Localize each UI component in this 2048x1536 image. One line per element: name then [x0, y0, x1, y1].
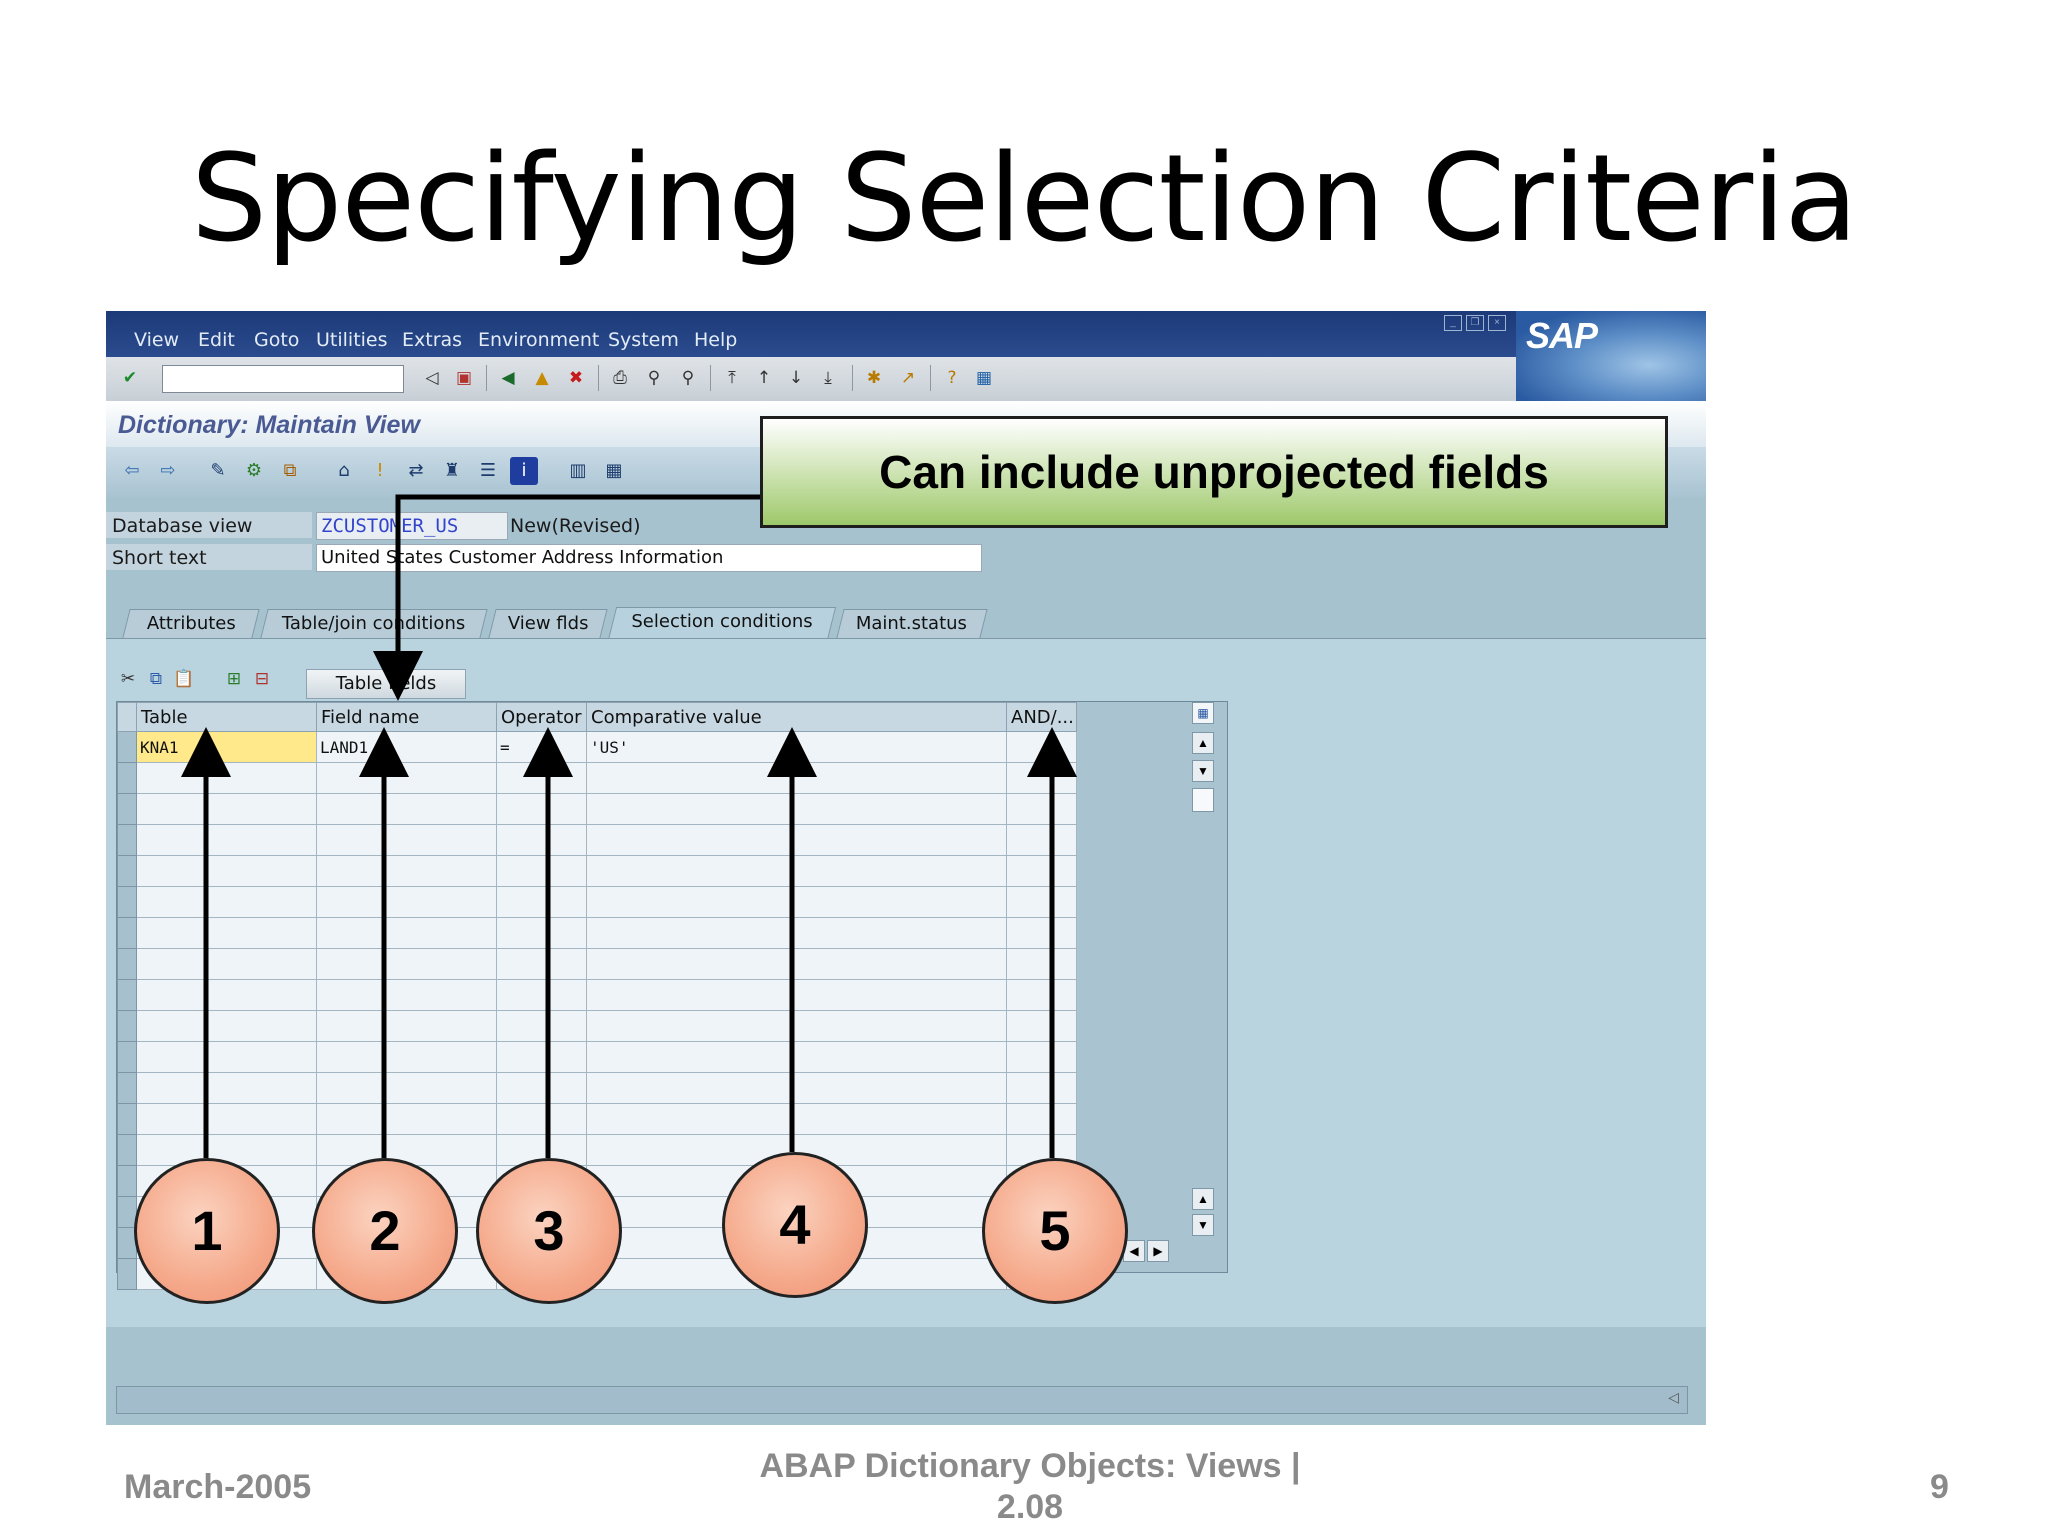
marker-3: 3	[476, 1158, 622, 1304]
callout-connector-arrow	[373, 494, 760, 701]
annotation-arrows	[181, 494, 1077, 1158]
footer-title-line2: 2.08	[996, 1488, 1064, 1526]
marker-1: 1	[134, 1158, 280, 1304]
page-number: 9	[1930, 1468, 1949, 1506]
footer-title-line1: ABAP Dictionary Objects: Views |	[759, 1447, 1301, 1485]
footer-title: ABAP Dictionary Objects: Views | 2.08	[740, 1446, 1320, 1528]
marker-2: 2	[312, 1158, 458, 1304]
marker-5: 5	[982, 1158, 1128, 1304]
footer-date: March-2005	[124, 1468, 312, 1506]
marker-4: 4	[722, 1152, 868, 1298]
